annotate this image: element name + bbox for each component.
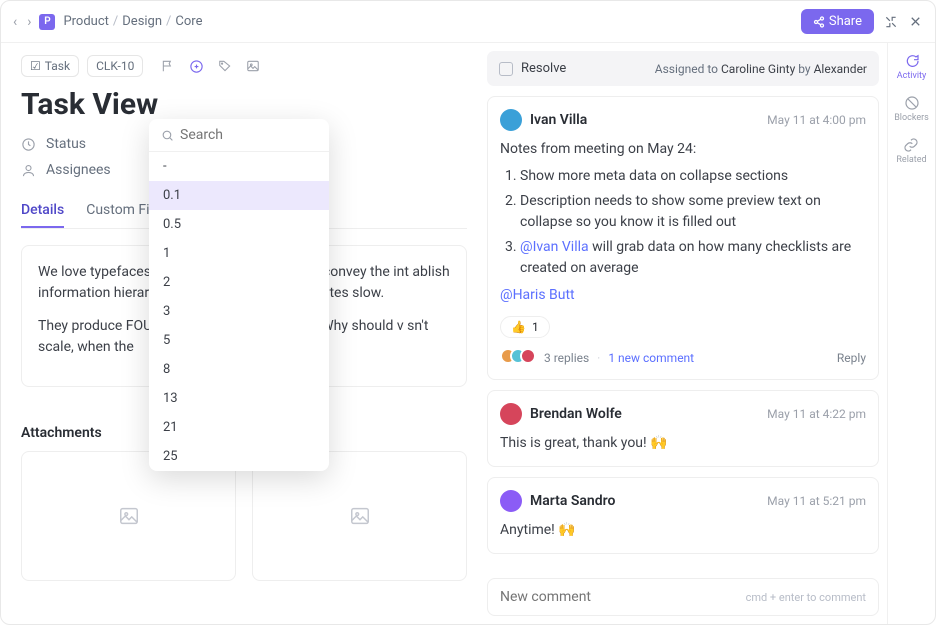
dropdown-option[interactable]: 13: [149, 384, 329, 413]
comment-icon: [904, 53, 920, 69]
resolve-checkbox[interactable]: [499, 62, 513, 76]
resolve-label[interactable]: Resolve: [521, 61, 566, 76]
dropdown-option[interactable]: 1: [149, 239, 329, 268]
side-rail: Activity Blockers Related: [887, 43, 935, 624]
dropdown-option[interactable]: 5: [149, 326, 329, 355]
task-main: ☑ Task CLK-10 Task View Status: [1, 43, 487, 624]
task-toolbar: ☑ Task CLK-10: [21, 55, 467, 77]
composer-hint: cmd + enter to comment: [746, 591, 866, 604]
reaction-button[interactable]: 👍1: [500, 316, 550, 338]
comment: Brendan Wolfe May 11 at 4:22 pm This is …: [487, 390, 879, 467]
dropdown-option[interactable]: 2: [149, 268, 329, 297]
dropdown-option[interactable]: 25: [149, 442, 329, 471]
search-icon: [161, 129, 174, 142]
tab-details[interactable]: Details: [21, 194, 64, 228]
reply-button[interactable]: Reply: [837, 351, 866, 365]
dropdown-option[interactable]: -: [149, 152, 329, 181]
comment-body: Notes from meeting on May 24: Show more …: [500, 139, 866, 306]
share-button[interactable]: Share: [801, 9, 874, 34]
task-type-label: Task: [45, 59, 70, 73]
comment-body: This is great, thank you! 🙌: [500, 433, 866, 454]
dropdown-option[interactable]: 0.5: [149, 210, 329, 239]
dropdown-search-input[interactable]: [180, 127, 329, 143]
image-placeholder-icon: [349, 505, 371, 527]
breadcrumb-item[interactable]: Product: [63, 14, 108, 29]
mention[interactable]: @Haris Butt: [500, 287, 575, 303]
minimize-icon[interactable]: [884, 15, 898, 29]
assignees-label: Assignees: [46, 162, 111, 178]
replies-count[interactable]: 3 replies: [544, 351, 589, 365]
new-comment-input[interactable]: [500, 589, 746, 605]
nav-back-icon[interactable]: ‹: [13, 14, 17, 30]
rail-related[interactable]: Related: [896, 137, 926, 165]
share-icon: [813, 16, 825, 28]
dropdown-option[interactable]: 0.1: [149, 181, 329, 210]
comment-author[interactable]: Marta Sandro: [530, 493, 615, 509]
topbar: ‹ › P Product / Design / Core Share: [1, 1, 935, 43]
comment-timestamp: May 11 at 4:22 pm: [767, 407, 866, 421]
close-icon[interactable]: [908, 14, 923, 29]
reply-avatars: [500, 348, 536, 367]
task-type-button[interactable]: ☑ Task: [21, 55, 79, 77]
breadcrumb-item[interactable]: Core: [175, 14, 202, 29]
person-icon: [21, 163, 36, 178]
check-icon: ☑: [30, 59, 41, 73]
link-icon: [903, 137, 919, 153]
nav-forward-icon[interactable]: ›: [27, 14, 31, 30]
dropdown-option[interactable]: 8: [149, 355, 329, 384]
rail-activity[interactable]: Activity: [897, 53, 926, 81]
mention[interactable]: @Ivan Villa: [520, 239, 589, 255]
product-badge: P: [39, 14, 55, 30]
comment-author[interactable]: Ivan Villa: [530, 112, 587, 128]
assigned-text: Assigned to Caroline Ginty by Alexander: [655, 62, 867, 76]
resolve-bar: Resolve Assigned to Caroline Ginty by Al…: [487, 51, 879, 86]
task-id-button[interactable]: CLK-10: [87, 55, 143, 77]
breadcrumb-sep: /: [113, 14, 118, 29]
block-icon: [904, 95, 920, 111]
points-icon[interactable]: [189, 59, 204, 74]
dropdown-option[interactable]: 21: [149, 413, 329, 442]
image-icon[interactable]: [246, 59, 260, 74]
comment: Marta Sandro May 11 at 5:21 pm Anytime! …: [487, 477, 879, 554]
comment-timestamp: May 11 at 4:00 pm: [767, 113, 866, 127]
dropdown-option[interactable]: 3: [149, 297, 329, 326]
points-dropdown: -0.10.512358132125: [149, 119, 329, 471]
page-title: Task View: [21, 87, 467, 122]
nav-arrows: ‹ ›: [13, 14, 31, 30]
tag-icon[interactable]: [218, 59, 232, 74]
comment-body: Anytime! 🙌: [500, 520, 866, 541]
flag-icon[interactable]: [161, 59, 175, 74]
status-label: Status: [46, 136, 86, 152]
task-id-label: CLK-10: [96, 59, 134, 73]
comment-footer: 3 replies · 1 new comment Reply: [500, 348, 866, 367]
status-icon: [21, 137, 36, 152]
share-label: Share: [829, 14, 862, 29]
breadcrumb-sep: /: [166, 14, 171, 29]
avatar: [500, 403, 522, 425]
rail-blockers[interactable]: Blockers: [894, 95, 929, 123]
comment: Ivan Villa May 11 at 4:00 pm Notes from …: [487, 96, 879, 380]
image-placeholder-icon: [118, 505, 140, 527]
comment-timestamp: May 11 at 5:21 pm: [767, 494, 866, 508]
avatar: [500, 490, 522, 512]
dropdown-search: [149, 119, 329, 152]
activity-panel: Resolve Assigned to Caroline Ginty by Al…: [487, 43, 887, 624]
breadcrumb: P Product / Design / Core: [39, 14, 202, 30]
new-comment-count[interactable]: 1 new comment: [608, 351, 694, 365]
comment-author[interactable]: Brendan Wolfe: [530, 406, 622, 422]
tab-custom-fields[interactable]: Custom Fie: [86, 194, 157, 228]
avatar: [500, 109, 522, 131]
new-comment-box: cmd + enter to comment: [487, 578, 879, 616]
breadcrumb-item[interactable]: Design: [122, 14, 162, 29]
